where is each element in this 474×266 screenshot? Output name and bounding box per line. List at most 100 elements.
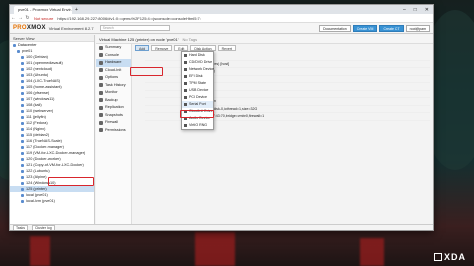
vm-title: Virtual Machine 125 (printer) on node 'p… [99,37,179,42]
add-menu-item-virtio-rng[interactable]: VirtIO RNG [182,122,213,129]
vm-icon [21,121,24,125]
minimize-button[interactable]: – [403,7,406,13]
address-bar: ← → ↻ Not secure https://192.168.29.227:… [10,14,433,23]
vm-icon [21,199,24,203]
hardware-value: Default (SeaBIOS) [185,68,430,75]
url-field[interactable]: https://192.168.29.227:8006/#v1:0:=qemu%… [57,16,433,21]
not-secure-badge[interactable]: Not secure [34,16,53,21]
add-menu-label: Hard Disk [189,53,205,57]
close-window-button[interactable]: ✕ [425,7,429,13]
revert-button[interactable]: Revert [217,45,236,51]
vm-menu-item-replication[interactable]: Replication [96,104,131,112]
tree-item[interactable]: local-lvm (pve01) [10,198,94,204]
vm-icon [21,175,24,179]
proxmox-header: PROXMOX Virtual Environment 8.2.7 Search… [10,23,433,34]
vm-menu-item-task-history[interactable]: Task History [96,82,131,90]
device-icon [184,54,187,57]
vm-menu-item-snapshots[interactable]: Snapshots [96,112,131,120]
replication-icon [99,105,103,110]
vm-icon [21,127,24,131]
add-menu-label: PCI Device [189,95,207,99]
device-icon [184,68,187,71]
add-menu-item-serial-port[interactable]: Serial Port [182,101,213,108]
device-icon [184,96,187,99]
vm-icon [21,163,24,167]
add-button[interactable]: Add [135,45,150,51]
vm-icon [21,55,24,59]
vm-menu-item-cloud-init[interactable]: Cloud-Init [96,67,131,75]
create-ct-button[interactable]: Create CT [379,24,404,32]
add-menu-label: VirtIO RNG [189,123,208,127]
xda-watermark: XDA [433,252,466,262]
device-icon [184,124,187,127]
vm-icon [21,109,24,113]
add-dropdown-menu: Hard Disk CD/DVD Drive Network Device EFI D… [181,51,214,130]
hardware-value: none,media=cdrom [185,98,430,105]
hardware-value: VirtIO SCSI single [185,91,430,98]
forward-icon[interactable]: → [17,15,24,21]
add-menu-item-hard-disk[interactable]: Hard Disk [182,52,213,59]
maximize-button[interactable]: □ [414,7,417,13]
vm-menu-item-permissions[interactable]: Permissions [96,127,131,135]
vm-icon [21,85,24,89]
history-icon [99,113,103,118]
device-icon [184,75,187,78]
vm-menu-label: Task History [105,82,126,87]
vm-icon [21,193,24,197]
tasks-tab[interactable]: Tasks [13,224,28,230]
vm-icon [21,181,24,185]
add-menu-item-usb-device[interactable]: USB Device [182,87,213,94]
vm-icon [21,145,24,149]
vm-title-bar: Virtual Machine 125 (printer) on node 'p… [96,35,433,44]
back-icon[interactable]: ← [10,15,17,21]
header-buttons: Documentation Create VM Create CT root@p… [319,24,433,32]
vm-menu-label: Summary [105,45,122,49]
documentation-button[interactable]: Documentation [319,24,351,32]
add-menu-label: EFI Disk [189,74,203,78]
remove-button[interactable]: Remove [151,45,173,51]
resource-tree: Server View Datacenter pve01 100 (Debian) 1… [10,35,95,230]
add-menu-item-tpm-state[interactable]: TPM State [182,80,213,87]
list-icon [99,83,103,88]
vm-menu-item-backup[interactable]: Backup [96,97,131,105]
vm-icon [21,67,24,71]
browser-tab[interactable]: pve01 - Proxmox Virtual Envir... [14,5,72,14]
vm-menu-item-console[interactable]: Console [96,52,131,60]
vm-menu-item-monitor[interactable]: Monitor [96,89,131,97]
vm-tags[interactable]: No Tags [183,35,198,43]
user-menu-button[interactable]: root@pam [405,24,430,32]
search-input[interactable]: Search [99,25,170,31]
new-tab-button[interactable]: + [75,7,78,13]
vm-icon [21,115,24,119]
add-menu-label: CD/DVD Drive [189,60,213,64]
add-menu-item-efi-disk[interactable]: EFI Disk [182,73,213,80]
vm-icon [21,61,24,65]
vm-menu-item-options[interactable]: Options [96,74,131,82]
vm-icon [21,157,24,161]
vm-menu-item-hardware[interactable]: Hardware [96,59,131,67]
create-vm-button[interactable]: Create VM [352,24,378,32]
vm-menu-label: Cloud-Init [105,67,122,72]
hardware-value: Default (i440fx) [185,83,430,90]
vm-icon [21,133,24,137]
add-menu-item-cd-dvd-drive[interactable]: CD/DVD Drive [182,59,213,66]
add-menu-label: USB Device [189,88,209,92]
highlight-box-serial-port [180,110,214,118]
hardware-icon [99,60,103,65]
console-icon [99,53,103,58]
server-view-select[interactable]: Server View [10,35,94,42]
vm-menu-item-summary[interactable]: Summary [96,44,131,52]
hardware-value: 4 (1 sockets, 4 cores) [host] [185,61,230,66]
device-icon [184,89,187,92]
highlight-box-vm [48,177,94,186]
reload-icon[interactable]: ↻ [24,15,31,21]
shield-icon [99,120,103,125]
vm-menu-label: Replication [105,105,124,109]
device-icon [184,82,187,85]
cluster-log-tab[interactable]: Cluster log [31,224,55,230]
vm-menu-item-firewall[interactable]: Firewall [96,119,131,127]
hardware-value: 2.00 GiB [185,53,430,60]
add-menu-item-network-device[interactable]: Network Device [182,66,214,73]
add-menu-item-pci-device[interactable]: PCI Device [182,94,213,101]
vm-panel: Virtual Machine 125 (printer) on node 'p… [96,35,433,230]
